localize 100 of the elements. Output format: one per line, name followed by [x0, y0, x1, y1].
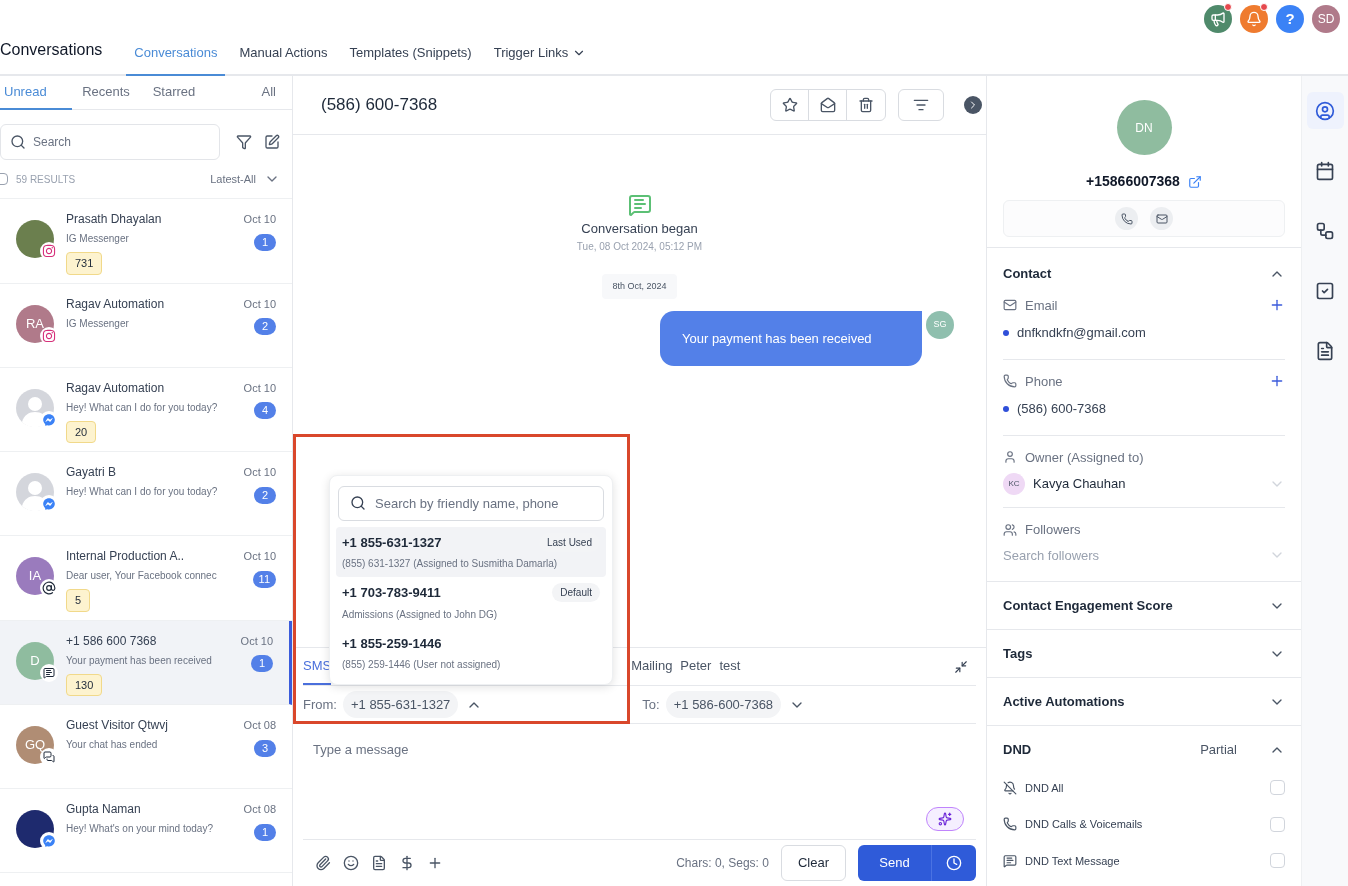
user-avatar[interactable]: SD	[1312, 5, 1340, 33]
collapse-icon[interactable]	[954, 659, 968, 674]
results-count: 59 RESULTS	[16, 172, 77, 187]
user-circle-icon	[1315, 100, 1335, 121]
checkbox-icon	[1315, 280, 1335, 301]
contact-name: Ragav Automation	[66, 379, 166, 396]
conversation-item[interactable]: D +1 586 600 7368 Your payment has been received 130 Oct 10 1	[0, 620, 292, 705]
conversation-item[interactable]: RA Ragav Automation IG Messenger Oct 10 2	[0, 283, 292, 368]
conversation-item[interactable]: GQ Guest Visitor Qtwvj Your chat has ended Oct 08 3	[0, 705, 292, 789]
option-detail: (855) 631-1327 (Assigned to Susmitha Damarla)	[342, 557, 559, 571]
conversation-date: Oct 10	[240, 633, 273, 649]
message-preview: Hey! What can I do for you today?	[66, 485, 219, 499]
message-preview: Your chat has ended	[66, 738, 159, 752]
owner-select[interactable]: KC Kavya Chauhan	[1003, 473, 1285, 508]
character-counter: Chars: 0, Segs: 0	[676, 855, 769, 872]
number-search-field[interactable]: Search by friendly name, phone	[338, 485, 604, 521]
contact-name: +1 586 600 7368	[66, 632, 158, 649]
channel-tab[interactable]: Mailing	[631, 648, 673, 685]
workflow-icon	[1315, 220, 1335, 241]
plus-icon[interactable]	[427, 855, 443, 871]
conversation-item[interactable]: IA Internal Production A.. Dear user, Your Facebook connec 5 Oct 10 11	[0, 536, 292, 621]
filter-tab[interactable]: Starred	[140, 76, 208, 110]
nav-tab[interactable]: Conversations	[126, 32, 226, 76]
section-title: DND	[1003, 741, 1033, 759]
channel-tab[interactable]: Peter	[680, 648, 712, 685]
number-option[interactable]: +1 855-259-1446 (855) 259-1446 (User not assigned)	[336, 627, 606, 678]
conversation-item[interactable]: Ragav Automation Hey! What can I do for you today? 20 Oct 10 4	[0, 367, 292, 452]
number-option[interactable]: +1 855-631-1327 Last Used (855) 631-1327 (Assigned to Susmitha Damarla)	[336, 526, 606, 577]
external-link-icon[interactable]	[1187, 174, 1202, 189]
conversation-date: Oct 10	[243, 212, 276, 227]
sort-dropdown[interactable]: Latest-All	[210, 170, 280, 188]
call-button[interactable]	[1115, 207, 1138, 230]
filter-button[interactable]	[898, 89, 944, 121]
contact-name: Prasath Dhayalan	[66, 211, 163, 227]
collapsible-section[interactable]: Tags	[987, 630, 1301, 678]
users-icon	[1003, 522, 1017, 537]
conversation-item[interactable]: Gayatri B Hey! What can I do for you today? Oct 10 2	[0, 452, 292, 536]
conversation-date: Oct 10	[243, 296, 276, 312]
email-button[interactable]	[1150, 207, 1173, 230]
emoji-icon[interactable]	[343, 855, 359, 871]
to-label: To:	[642, 695, 660, 714]
unread-count: 2	[254, 486, 276, 504]
dnd-option-label: DND All	[1025, 780, 1065, 796]
clock-icon	[946, 855, 962, 871]
expand-panel-button[interactable]	[964, 96, 982, 114]
help-button[interactable]: ?	[1276, 5, 1304, 33]
dnd-checkbox[interactable]	[1270, 816, 1285, 832]
contact-phone: +15866007368	[1086, 172, 1180, 191]
announcements-button[interactable]	[1204, 5, 1232, 33]
clear-button[interactable]: Clear	[780, 845, 846, 881]
to-number[interactable]: +1 586-600-7368	[665, 690, 782, 719]
nav-tab[interactable]: Templates (Snippets)	[341, 32, 480, 76]
bullet-icon	[1003, 329, 1009, 336]
message-icon	[1003, 853, 1017, 868]
search-icon	[10, 134, 26, 150]
tag: 20	[66, 420, 97, 443]
search-field[interactable]: Search	[0, 124, 220, 160]
phone-value: (586) 600-7368	[1017, 400, 1106, 418]
ai-assist-button[interactable]	[926, 807, 964, 831]
message-preview: Your payment has been received	[66, 653, 213, 668]
contact-name: Gayatri B	[66, 464, 117, 480]
channel-tab[interactable]: test	[719, 648, 741, 685]
filter-tab[interactable]: Recents	[72, 76, 140, 110]
filter-tab[interactable]: Unread	[0, 76, 72, 110]
unread-count: 1	[251, 655, 273, 672]
notifications-button[interactable]	[1240, 5, 1268, 33]
contact-name: Gupta Naman	[66, 801, 142, 817]
dnd-checkbox[interactable]	[1270, 780, 1285, 796]
paperclip-icon[interactable]	[315, 855, 331, 871]
contact-rail-button[interactable]	[1306, 92, 1344, 129]
field-label: Phone	[1025, 372, 1064, 391]
dnd-checkbox[interactable]	[1270, 853, 1285, 869]
field-label: Owner (Assigned to)	[1025, 448, 1144, 467]
conversation-item[interactable]: Gupta Naman Hey! What's on your mind today? Oct 08 1	[0, 789, 292, 873]
number-option[interactable]: +1 703-783-9411 Default Admissions (Assigned to John DG)	[336, 577, 606, 628]
compose-icon[interactable]	[264, 134, 280, 150]
nav-tab[interactable]: Manual Actions	[231, 32, 336, 76]
email-value: dnfkndkfn@gmail.com	[1017, 324, 1146, 342]
mail-icon	[1003, 298, 1017, 313]
conversation-item[interactable]: Prasath Dhayalan IG Messenger 731 Oct 10 1	[0, 199, 292, 284]
section-title: Contact	[1003, 265, 1052, 283]
collapsible-section[interactable]: Contact Engagement Score	[987, 582, 1301, 630]
contact-avatar: DN	[1116, 100, 1172, 155]
dollar-icon[interactable]	[399, 855, 415, 871]
collapsible-section[interactable]: Active Automations	[987, 678, 1301, 726]
contact-name: Internal Production A..	[66, 548, 186, 564]
event-time: Tue, 08 Oct 2024, 05:12 PM	[576, 239, 703, 254]
document-icon[interactable]	[371, 855, 387, 871]
option-detail: (855) 259-1446 (User not assigned)	[342, 658, 502, 672]
nav-tab[interactable]: Trigger Links	[485, 32, 595, 76]
unread-count: 11	[252, 570, 276, 588]
from-number[interactable]: +1 855-631-1327	[342, 690, 459, 719]
filter-tab[interactable]: All	[208, 76, 292, 110]
phone-icon	[1003, 817, 1017, 832]
unread-count: 3	[254, 739, 276, 757]
option-detail: Admissions (Assigned to John DG)	[342, 607, 499, 622]
message-input[interactable]: Type a message	[303, 724, 976, 839]
document-icon	[1315, 340, 1335, 361]
contact-name: Ragav Automation	[66, 295, 166, 312]
filter-icon[interactable]	[236, 134, 252, 150]
